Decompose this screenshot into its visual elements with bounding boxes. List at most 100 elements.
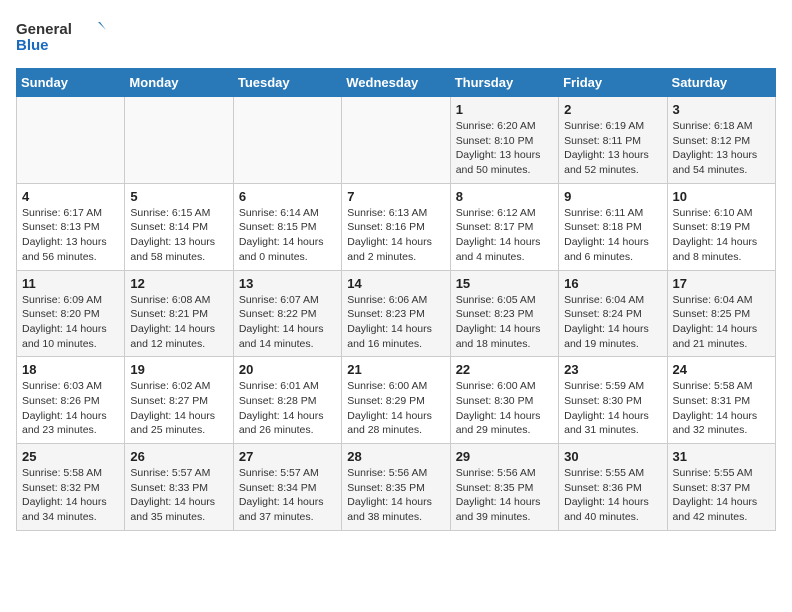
day-number: 17 [673,276,770,291]
calendar-table: SundayMondayTuesdayWednesdayThursdayFrid… [16,68,776,531]
calendar-cell: 27 Sunrise: 5:57 AMSunset: 8:34 PMDayligh… [233,444,341,531]
day-info: Sunrise: 6:04 AMSunset: 8:24 PMDaylight:… [564,293,661,352]
calendar-cell: 29 Sunrise: 5:56 AMSunset: 8:35 PMDayligh… [450,444,558,531]
day-number: 23 [564,362,661,377]
calendar-cell: 17 Sunrise: 6:04 AMSunset: 8:25 PMDayligh… [667,270,775,357]
day-info: Sunrise: 6:20 AMSunset: 8:10 PMDaylight:… [456,119,553,178]
logo-icon: General Blue [16,16,106,58]
day-number: 11 [22,276,119,291]
day-number: 30 [564,449,661,464]
day-number: 24 [673,362,770,377]
day-info: Sunrise: 6:00 AMSunset: 8:30 PMDaylight:… [456,379,553,438]
day-info: Sunrise: 5:59 AMSunset: 8:30 PMDaylight:… [564,379,661,438]
day-info: Sunrise: 6:12 AMSunset: 8:17 PMDaylight:… [456,206,553,265]
day-info: Sunrise: 5:57 AMSunset: 8:34 PMDaylight:… [239,466,336,525]
day-number: 8 [456,189,553,204]
calendar-cell: 28Sunrise: 5:56 AMSunset: 8:35 PMDayligh… [342,444,450,531]
day-number: 15 [456,276,553,291]
calendar-cell: 1 Sunrise: 6:20 AMSunset: 8:10 PMDaylight… [450,97,558,184]
day-number: 29 [456,449,553,464]
day-info: Sunrise: 5:55 AMSunset: 8:36 PMDaylight:… [564,466,661,525]
calendar-cell: 21Sunrise: 6:00 AMSunset: 8:29 PMDayligh… [342,357,450,444]
day-number: 31 [673,449,770,464]
day-info: Sunrise: 6:03 AMSunset: 8:26 PMDaylight:… [22,379,119,438]
day-info: Sunrise: 5:58 AMSunset: 8:32 PMDaylight:… [22,466,119,525]
day-info: Sunrise: 5:56 AMSunset: 8:35 PMDaylight:… [456,466,553,525]
day-info: Sunrise: 6:09 AMSunset: 8:20 PMDaylight:… [22,293,119,352]
day-info: Sunrise: 5:57 AMSunset: 8:33 PMDaylight:… [130,466,227,525]
day-number: 5 [130,189,227,204]
calendar-cell [17,97,125,184]
calendar-cell: 8 Sunrise: 6:12 AMSunset: 8:17 PMDaylight… [450,183,558,270]
calendar-cell: 2 Sunrise: 6:19 AMSunset: 8:11 PMDaylight… [559,97,667,184]
day-info: Sunrise: 6:06 AMSunset: 8:23 PMDaylight:… [347,293,444,352]
day-number: 27 [239,449,336,464]
day-info: Sunrise: 6:11 AMSunset: 8:18 PMDaylight:… [564,206,661,265]
day-number: 13 [239,276,336,291]
day-info: Sunrise: 6:14 AMSunset: 8:15 PMDaylight:… [239,206,336,265]
calendar-cell: 9 Sunrise: 6:11 AMSunset: 8:18 PMDaylight… [559,183,667,270]
header: General Blue [16,16,776,58]
calendar-cell: 5 Sunrise: 6:15 AMSunset: 8:14 PMDaylight… [125,183,233,270]
calendar-cell [125,97,233,184]
day-info: Sunrise: 6:07 AMSunset: 8:22 PMDaylight:… [239,293,336,352]
day-number: 7 [347,189,444,204]
day-number: 12 [130,276,227,291]
day-info: Sunrise: 6:04 AMSunset: 8:25 PMDaylight:… [673,293,770,352]
weekday-header-saturday: Saturday [667,69,775,97]
calendar-cell: 12 Sunrise: 6:08 AMSunset: 8:21 PMDayligh… [125,270,233,357]
calendar-cell: 26 Sunrise: 5:57 AMSunset: 8:33 PMDayligh… [125,444,233,531]
weekday-header-tuesday: Tuesday [233,69,341,97]
day-number: 16 [564,276,661,291]
day-info: Sunrise: 6:01 AMSunset: 8:28 PMDaylight:… [239,379,336,438]
calendar-cell: 14 Sunrise: 6:06 AMSunset: 8:23 PMDayligh… [342,270,450,357]
day-number: 14 [347,276,444,291]
calendar-cell: 16 Sunrise: 6:04 AMSunset: 8:24 PMDayligh… [559,270,667,357]
logo: General Blue [16,16,106,58]
weekday-header-friday: Friday [559,69,667,97]
day-number: 3 [673,102,770,117]
day-info: Sunrise: 6:13 AMSunset: 8:16 PMDaylight:… [347,206,444,265]
day-number: 1 [456,102,553,117]
calendar-cell: 22 Sunrise: 6:00 AMSunset: 8:30 PMDayligh… [450,357,558,444]
day-info: Sunrise: 6:18 AMSunset: 8:12 PMDaylight:… [673,119,770,178]
day-number: 10 [673,189,770,204]
calendar-cell: 7 Sunrise: 6:13 AMSunset: 8:16 PMDaylight… [342,183,450,270]
day-info: Sunrise: 6:15 AMSunset: 8:14 PMDaylight:… [130,206,227,265]
day-number: 4 [22,189,119,204]
day-info: Sunrise: 5:58 AMSunset: 8:31 PMDaylight:… [673,379,770,438]
day-number: 2 [564,102,661,117]
weekday-header-sunday: Sunday [17,69,125,97]
calendar-cell: 24 Sunrise: 5:58 AMSunset: 8:31 PMDayligh… [667,357,775,444]
day-info: Sunrise: 6:10 AMSunset: 8:19 PMDaylight:… [673,206,770,265]
calendar-cell: 10 Sunrise: 6:10 AMSunset: 8:19 PMDayligh… [667,183,775,270]
calendar-cell: 20 Sunrise: 6:01 AMSunset: 8:28 PMDayligh… [233,357,341,444]
weekday-header-monday: Monday [125,69,233,97]
calendar-cell: 11 Sunrise: 6:09 AMSunset: 8:20 PMDayligh… [17,270,125,357]
calendar-cell: 30 Sunrise: 5:55 AMSunset: 8:36 PMDayligh… [559,444,667,531]
day-info: Sunrise: 6:08 AMSunset: 8:21 PMDaylight:… [130,293,227,352]
calendar-cell [342,97,450,184]
day-number: 25 [22,449,119,464]
calendar-cell: 19Sunrise: 6:02 AMSunset: 8:27 PMDayligh… [125,357,233,444]
svg-text:Blue: Blue [16,37,49,54]
weekday-header-thursday: Thursday [450,69,558,97]
calendar-cell: 15 Sunrise: 6:05 AMSunset: 8:23 PMDayligh… [450,270,558,357]
calendar-cell: 13 Sunrise: 6:07 AMSunset: 8:22 PMDayligh… [233,270,341,357]
day-number: 22 [456,362,553,377]
day-number: 20 [239,362,336,377]
day-number: 28 [347,449,444,464]
day-info: Sunrise: 6:19 AMSunset: 8:11 PMDaylight:… [564,119,661,178]
calendar-cell [233,97,341,184]
calendar-cell: 23 Sunrise: 5:59 AMSunset: 8:30 PMDayligh… [559,357,667,444]
calendar-cell: 25 Sunrise: 5:58 AMSunset: 8:32 PMDayligh… [17,444,125,531]
calendar-cell: 6Sunrise: 6:14 AMSunset: 8:15 PMDaylight… [233,183,341,270]
svg-text:General: General [16,21,72,38]
day-number: 26 [130,449,227,464]
day-info: Sunrise: 5:55 AMSunset: 8:37 PMDaylight:… [673,466,770,525]
day-number: 18 [22,362,119,377]
calendar-cell: 31 Sunrise: 5:55 AMSunset: 8:37 PMDayligh… [667,444,775,531]
day-number: 21 [347,362,444,377]
day-info: Sunrise: 6:05 AMSunset: 8:23 PMDaylight:… [456,293,553,352]
day-number: 9 [564,189,661,204]
